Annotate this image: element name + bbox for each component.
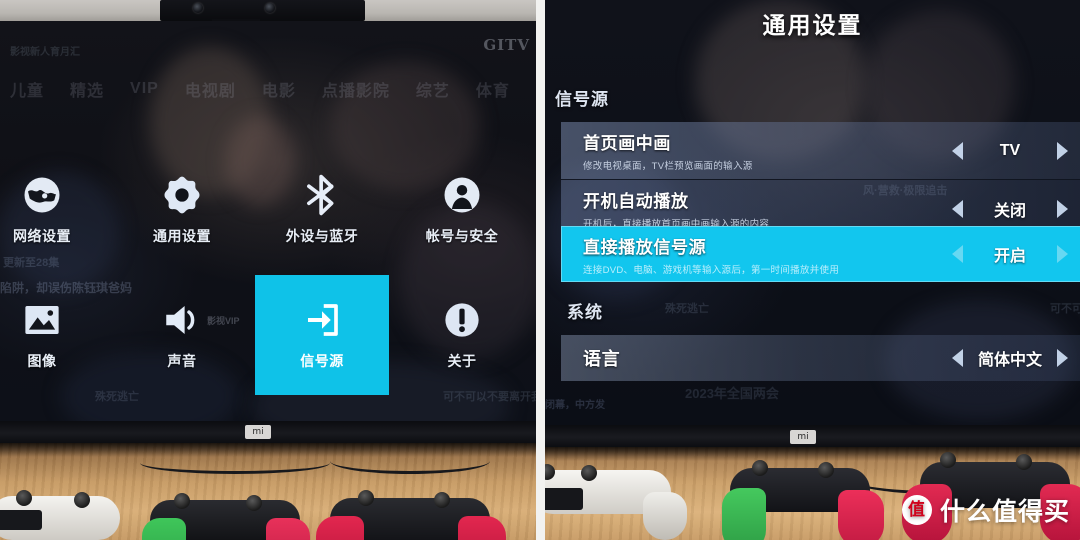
tile-label: 帐号与安全 xyxy=(425,228,499,244)
controller-cable xyxy=(140,452,330,474)
ghost-text: 可不可 xyxy=(1050,303,1080,315)
gitv-brand-logo: GITV xyxy=(483,36,530,54)
tile-picture[interactable]: 图像 xyxy=(0,275,109,395)
tile-label: 通用设置 xyxy=(153,228,211,244)
nav-item-sports[interactable]: 体育 xyxy=(476,77,510,101)
nav-item-variety[interactable]: 综艺 xyxy=(416,77,450,101)
controller-cable xyxy=(330,448,490,474)
tile-sound[interactable]: 声音 xyxy=(115,275,249,395)
account-icon xyxy=(444,177,480,213)
bluetooth-icon xyxy=(307,174,334,216)
game-controller-black-green xyxy=(722,460,884,540)
row-title: 开机自动播放 xyxy=(583,192,689,211)
row-text-block: 开机自动播放 开机后，直接播放首页画中画输入源的内容 xyxy=(561,187,931,230)
nav-item-vip[interactable]: VIP xyxy=(130,80,159,98)
row-text-block: 直接播放信号源 连接DVD、电脑、游戏机等输入源后，第一时间播放并使用 xyxy=(561,233,931,276)
row-title: 直接播放信号源 xyxy=(583,237,707,257)
row-value-stepper[interactable]: 简体中文 xyxy=(931,346,1080,370)
screenshot-stage: 影视新人育月汇 更新至28集 陷阱，却误伤陈钰琪爸妈 影视VIP 殊死逃亡 可不… xyxy=(0,0,1080,540)
row-value: 开启 xyxy=(993,248,1026,265)
row-value: TV xyxy=(999,141,1021,159)
setting-row-home-pip[interactable]: 首页画中画 修改电视桌面，TV栏预览画面的输入源 TV xyxy=(561,122,1080,179)
tv-top-navigation[interactable]: 儿童 精选 VIP 电视剧 电影 点播影院 综艺 体育 xyxy=(0,74,536,104)
prev-value-arrow-icon[interactable] xyxy=(952,141,963,160)
row-value-stepper[interactable]: TV xyxy=(931,141,1080,160)
next-value-arrow-icon[interactable] xyxy=(1057,141,1068,160)
tile-peripherals-bluetooth[interactable]: 外设与蓝牙 xyxy=(255,150,389,270)
input-source-icon xyxy=(308,304,338,336)
camera-lens-icon xyxy=(193,3,203,13)
info-icon xyxy=(445,303,479,337)
game-controller-red xyxy=(316,490,506,540)
nav-item-movies[interactable]: 电影 xyxy=(262,77,296,101)
right-photo-panel: 风·营救·极限追击 殊死逃亡 可不可 2023年全国两会 闭幕，中方发 通用设置… xyxy=(545,0,1080,540)
gear-icon xyxy=(164,176,200,214)
row-text-block: 语言 xyxy=(561,345,931,371)
tile-label: 网络设置 xyxy=(13,228,71,244)
globe-icon xyxy=(24,177,60,213)
watermark-badge-icon: 值 xyxy=(901,495,932,525)
prev-value-arrow-icon[interactable] xyxy=(952,199,963,218)
row-text-block: 首页画中画 修改电视桌面，TV栏预览画面的输入源 xyxy=(561,129,931,172)
row-title: 语言 xyxy=(583,349,621,369)
row-description: 修改电视桌面，TV栏预览画面的输入源 xyxy=(583,161,753,172)
ghost-text: 殊死逃亡 xyxy=(665,303,709,315)
next-value-arrow-icon[interactable] xyxy=(1057,199,1068,218)
tile-network-settings[interactable]: 网络设置 xyxy=(0,150,109,270)
watermark-text: 什么值得买 xyxy=(939,498,1070,526)
volume-icon xyxy=(166,306,195,334)
row-value: 关闭 xyxy=(993,202,1026,220)
settings-grid: 网络设置 通用设置 外设与蓝牙 帐号与安全 图像 声音 信号源 关于 xyxy=(0,150,536,400)
mi-brand-logo: mi xyxy=(790,430,816,444)
row-value-stepper[interactable]: 开启 xyxy=(931,242,1080,266)
ghost-text: 影视新人育月汇 xyxy=(10,47,80,58)
nav-item-featured[interactable]: 精选 xyxy=(70,77,104,101)
tile-label: 声音 xyxy=(167,353,197,369)
desk-shadow xyxy=(545,447,1080,461)
ghost-text: 2023年全国两会 xyxy=(685,386,779,401)
next-value-arrow-icon[interactable] xyxy=(1057,349,1068,367)
row-value-stepper[interactable]: 关闭 xyxy=(931,197,1080,221)
next-value-arrow-icon[interactable] xyxy=(1057,245,1068,263)
panel-divider xyxy=(536,0,545,540)
page-title: 通用设置 xyxy=(762,12,863,38)
prev-value-arrow-icon[interactable] xyxy=(952,349,963,367)
tile-label: 信号源 xyxy=(300,353,344,369)
row-value: 简体中文 xyxy=(977,352,1042,369)
tile-label: 关于 xyxy=(447,353,477,369)
camera-lens-icon xyxy=(265,3,275,13)
game-controller-white xyxy=(0,490,120,540)
nav-item-kids[interactable]: 儿童 xyxy=(10,77,44,101)
tv-topbar-camera-module xyxy=(160,0,365,21)
row-title: 首页画中画 xyxy=(583,134,671,153)
tile-account-security[interactable]: 帐号与安全 xyxy=(395,150,529,270)
nav-item-tvseries[interactable]: 电视剧 xyxy=(185,77,236,101)
tile-signal-source[interactable]: 信号源 xyxy=(255,275,389,395)
ghost-text: 闭幕，中方发 xyxy=(545,400,605,411)
section-heading-signal-source: 信号源 xyxy=(555,90,609,109)
section-heading-system: 系统 xyxy=(567,303,603,322)
left-photo-panel: 影视新人育月汇 更新至28集 陷阱，却误伤陈钰琪爸妈 影视VIP 殊死逃亡 可不… xyxy=(0,0,536,540)
site-watermark: 值 什么值得买 xyxy=(901,492,1070,528)
nav-item-ondemand-cinema[interactable]: 点播影院 xyxy=(322,77,390,101)
setting-row-language[interactable]: 语言 简体中文 xyxy=(561,335,1080,381)
tile-about[interactable]: 关于 xyxy=(395,275,529,395)
row-description: 连接DVD、电脑、游戏机等输入源后，第一时间播放并使用 xyxy=(583,264,840,276)
prev-value-arrow-icon[interactable] xyxy=(952,245,963,263)
tile-label: 图像 xyxy=(27,353,57,369)
setting-row-direct-play-source[interactable]: 直接播放信号源 连接DVD、电脑、游戏机等输入源后，第一时间播放并使用 开启 xyxy=(561,226,1080,282)
tile-label: 外设与蓝牙 xyxy=(285,228,359,244)
picture-icon xyxy=(25,306,59,334)
game-controller-white xyxy=(545,464,687,540)
mi-brand-logo: mi xyxy=(245,425,271,439)
tile-general-settings[interactable]: 通用设置 xyxy=(115,150,249,270)
game-controller-black-green xyxy=(142,493,310,540)
